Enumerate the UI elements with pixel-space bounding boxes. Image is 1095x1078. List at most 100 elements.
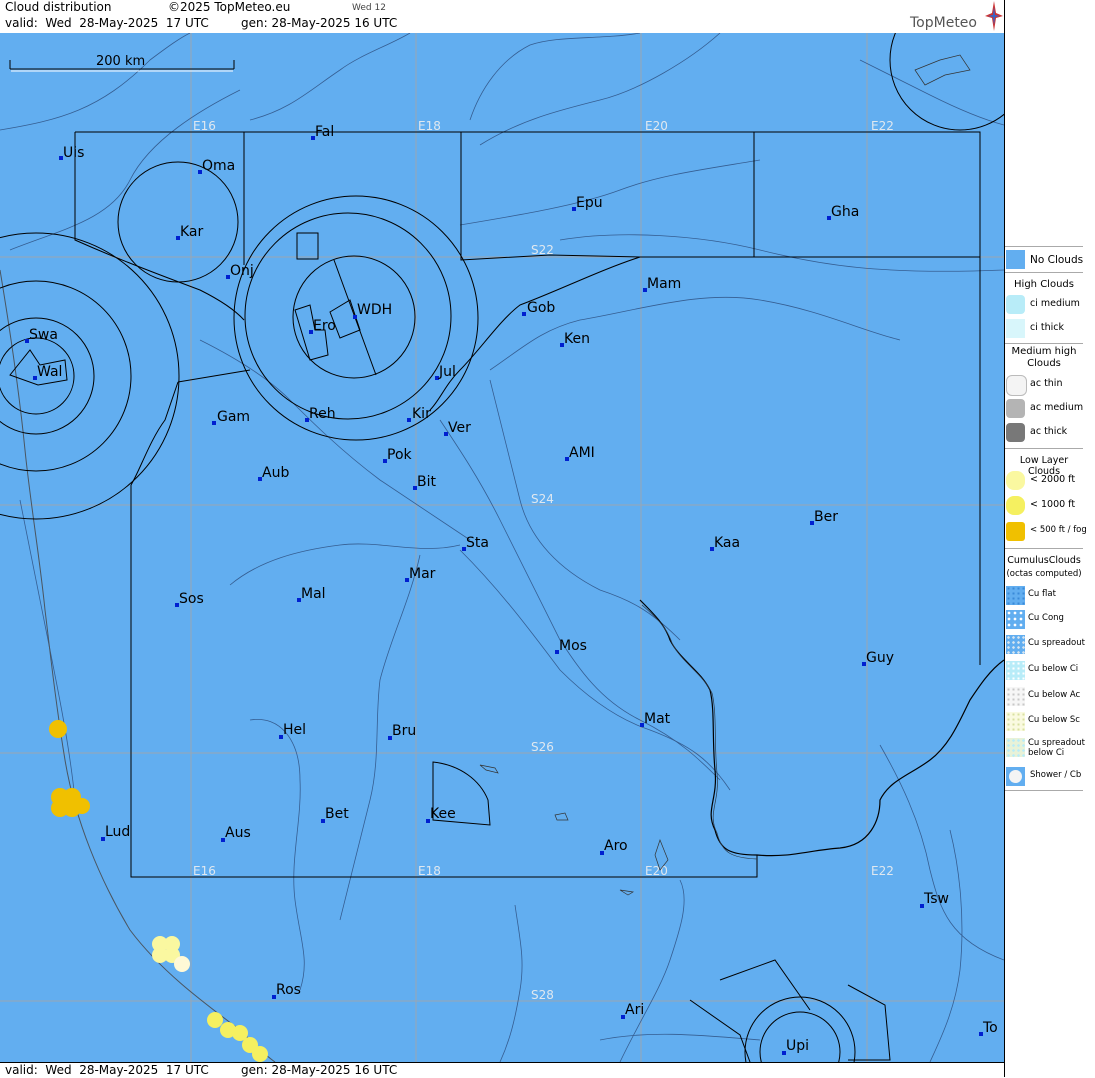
cu-spreadout-swatch <box>1006 635 1025 654</box>
lon-label-top-e16: E16 <box>193 119 216 133</box>
legend-low-2000: < 2000 ft <box>1005 470 1085 492</box>
map-header: Cloud distribution ©2025 TopMeteo.eu Wed… <box>0 0 1004 34</box>
lon-label-bottom-e20: E20 <box>645 864 668 878</box>
city-label-gha: Gha <box>831 204 859 220</box>
city-label-kir: Kir <box>412 406 431 422</box>
city-label-mar: Mar <box>409 566 436 582</box>
ac-medium-swatch <box>1006 399 1025 418</box>
city-label-hel: Hel <box>283 722 306 738</box>
city-label-sta: Sta <box>466 535 489 551</box>
ci-medium-swatch <box>1006 295 1025 314</box>
city-label-ros: Ros <box>276 982 301 998</box>
legend-ac-thick: ac thick <box>1005 422 1085 444</box>
lat-label-s26: S26 <box>531 740 554 754</box>
legend-shower-cb: Shower / Cb <box>1005 766 1085 788</box>
city-dot <box>212 421 216 425</box>
legend-ci-thick: ci thick <box>1005 318 1085 340</box>
ac-thin-swatch <box>1006 375 1027 396</box>
city-label-kar: Kar <box>180 224 204 240</box>
no-clouds-swatch <box>1006 250 1025 269</box>
map-background <box>0 33 1004 1062</box>
city-label-mam: Mam <box>647 276 681 292</box>
city-label-epu: Epu <box>576 195 603 211</box>
city-label-fal: Fal <box>315 124 334 140</box>
legend-cu-flat: Cu flat <box>1005 585 1085 607</box>
cu-below-ci-swatch <box>1006 661 1025 680</box>
topmeteo-logo: TopMeteo <box>910 15 977 31</box>
city-label-bit: Bit <box>417 474 436 490</box>
legend-cumulus-title: CumulusClouds <box>1007 555 1081 566</box>
legend-panel: No Clouds High Clouds ci medium ci thick… <box>1004 0 1095 1077</box>
cu-spreadout-below-ci-swatch <box>1006 738 1025 757</box>
city-label-bru: Bru <box>392 723 416 739</box>
legend-ac-medium: ac medium <box>1005 398 1085 420</box>
city-label-gob: Gob <box>527 300 555 316</box>
shower-cb-swatch <box>1006 767 1025 786</box>
lat-label-s24: S24 <box>531 492 554 506</box>
cu-below-sc-swatch <box>1006 712 1025 731</box>
city-label-mos: Mos <box>559 638 587 654</box>
lon-label-top-e18: E18 <box>418 119 441 133</box>
city-label-sos: Sos <box>179 591 204 607</box>
low-cloud-lt2000 <box>174 956 190 972</box>
city-label-upi: Upi <box>786 1038 809 1054</box>
city-label-ber: Ber <box>814 509 838 525</box>
city-label-aus: Aus <box>225 825 251 841</box>
lon-label-top-e20: E20 <box>645 119 668 133</box>
city-label-ken: Ken <box>564 331 590 347</box>
city-label-lud: Lud <box>105 824 130 840</box>
legend-cumulus-subtitle: (octas computed) <box>1006 569 1082 579</box>
fog-cloud <box>49 720 67 738</box>
ci-thick-swatch <box>1006 319 1025 338</box>
legend-low-1000: < 1000 ft <box>1005 495 1085 517</box>
city-label-kee: Kee <box>430 806 456 822</box>
city-label-wal: Wal <box>37 364 62 380</box>
city-dot <box>407 418 411 422</box>
city-label-jul: Jul <box>438 364 456 380</box>
city-label-ver: Ver <box>448 420 471 436</box>
legend-ci-medium: ci medium <box>1005 294 1085 316</box>
city-label-swa: Swa <box>29 327 58 343</box>
legend-high-title: High Clouds <box>1014 279 1074 290</box>
footer-valid-time: valid: Wed 28-May-2025 17 UTC <box>5 1063 209 1077</box>
legend-cu-below-ac: Cu below Ac <box>1005 686 1085 708</box>
city-label-reh: Reh <box>309 406 336 422</box>
compass-star-icon <box>985 1 1003 31</box>
city-label-ari: Ari <box>625 1002 644 1018</box>
footer-generated-time: gen: 28-May-2025 16 UTC <box>241 1063 398 1077</box>
city-label-tsw: Tsw <box>923 891 949 907</box>
city-label-wdh: WDH <box>357 302 392 318</box>
legend-no-clouds: No Clouds <box>1005 249 1085 271</box>
city-label-ero: Ero <box>313 318 336 334</box>
city-dot <box>522 312 526 316</box>
legend-cu-below-ci: Cu below Ci <box>1005 660 1085 682</box>
city-label-mat: Mat <box>644 711 671 727</box>
legend-ac-thin: ac thin <box>1005 374 1085 396</box>
low-1000-swatch <box>1006 496 1025 515</box>
lon-label-bottom-e22: E22 <box>871 864 894 878</box>
generated-time: gen: 28-May-2025 16 UTC <box>241 16 398 30</box>
legend-cu-spreadout: Cu spreadout <box>1005 634 1085 656</box>
lat-label-s28: S28 <box>531 988 554 1002</box>
city-label-oma: Oma <box>202 158 235 174</box>
city-label-kaa: Kaa <box>714 535 740 551</box>
cu-cong-swatch <box>1006 610 1025 629</box>
city-label-uis: Uis <box>63 145 84 161</box>
map-title: Cloud distribution <box>5 0 112 14</box>
legend-cu-cong: Cu Cong <box>1005 609 1085 631</box>
valid-time: valid: Wed 28-May-2025 17 UTC <box>5 16 209 30</box>
map-footer: valid: Wed 28-May-2025 17 UTC gen: 28-Ma… <box>0 1062 1004 1078</box>
cu-flat-swatch <box>1006 586 1025 605</box>
lon-label-bottom-e18: E18 <box>418 864 441 878</box>
legend-medium-title: Medium high Clouds <box>1011 346 1077 369</box>
city-label-to: To <box>982 1020 998 1036</box>
city-label-pok: Pok <box>387 447 413 463</box>
copyright: ©2025 TopMeteo.eu <box>168 0 291 14</box>
lon-label-bottom-e16: E16 <box>193 864 216 878</box>
legend-fog: < 500 ft / fog <box>1005 521 1087 543</box>
day-tag: Wed 12 <box>352 3 386 13</box>
city-label-aro: Aro <box>604 838 628 854</box>
city-label-gam: Gam <box>217 409 250 425</box>
city-label-ami: AMI <box>569 445 595 461</box>
cloud-map: E16 E18 E20 E22 E16 E18 E20 E22 S22 S24 … <box>0 33 1004 1062</box>
